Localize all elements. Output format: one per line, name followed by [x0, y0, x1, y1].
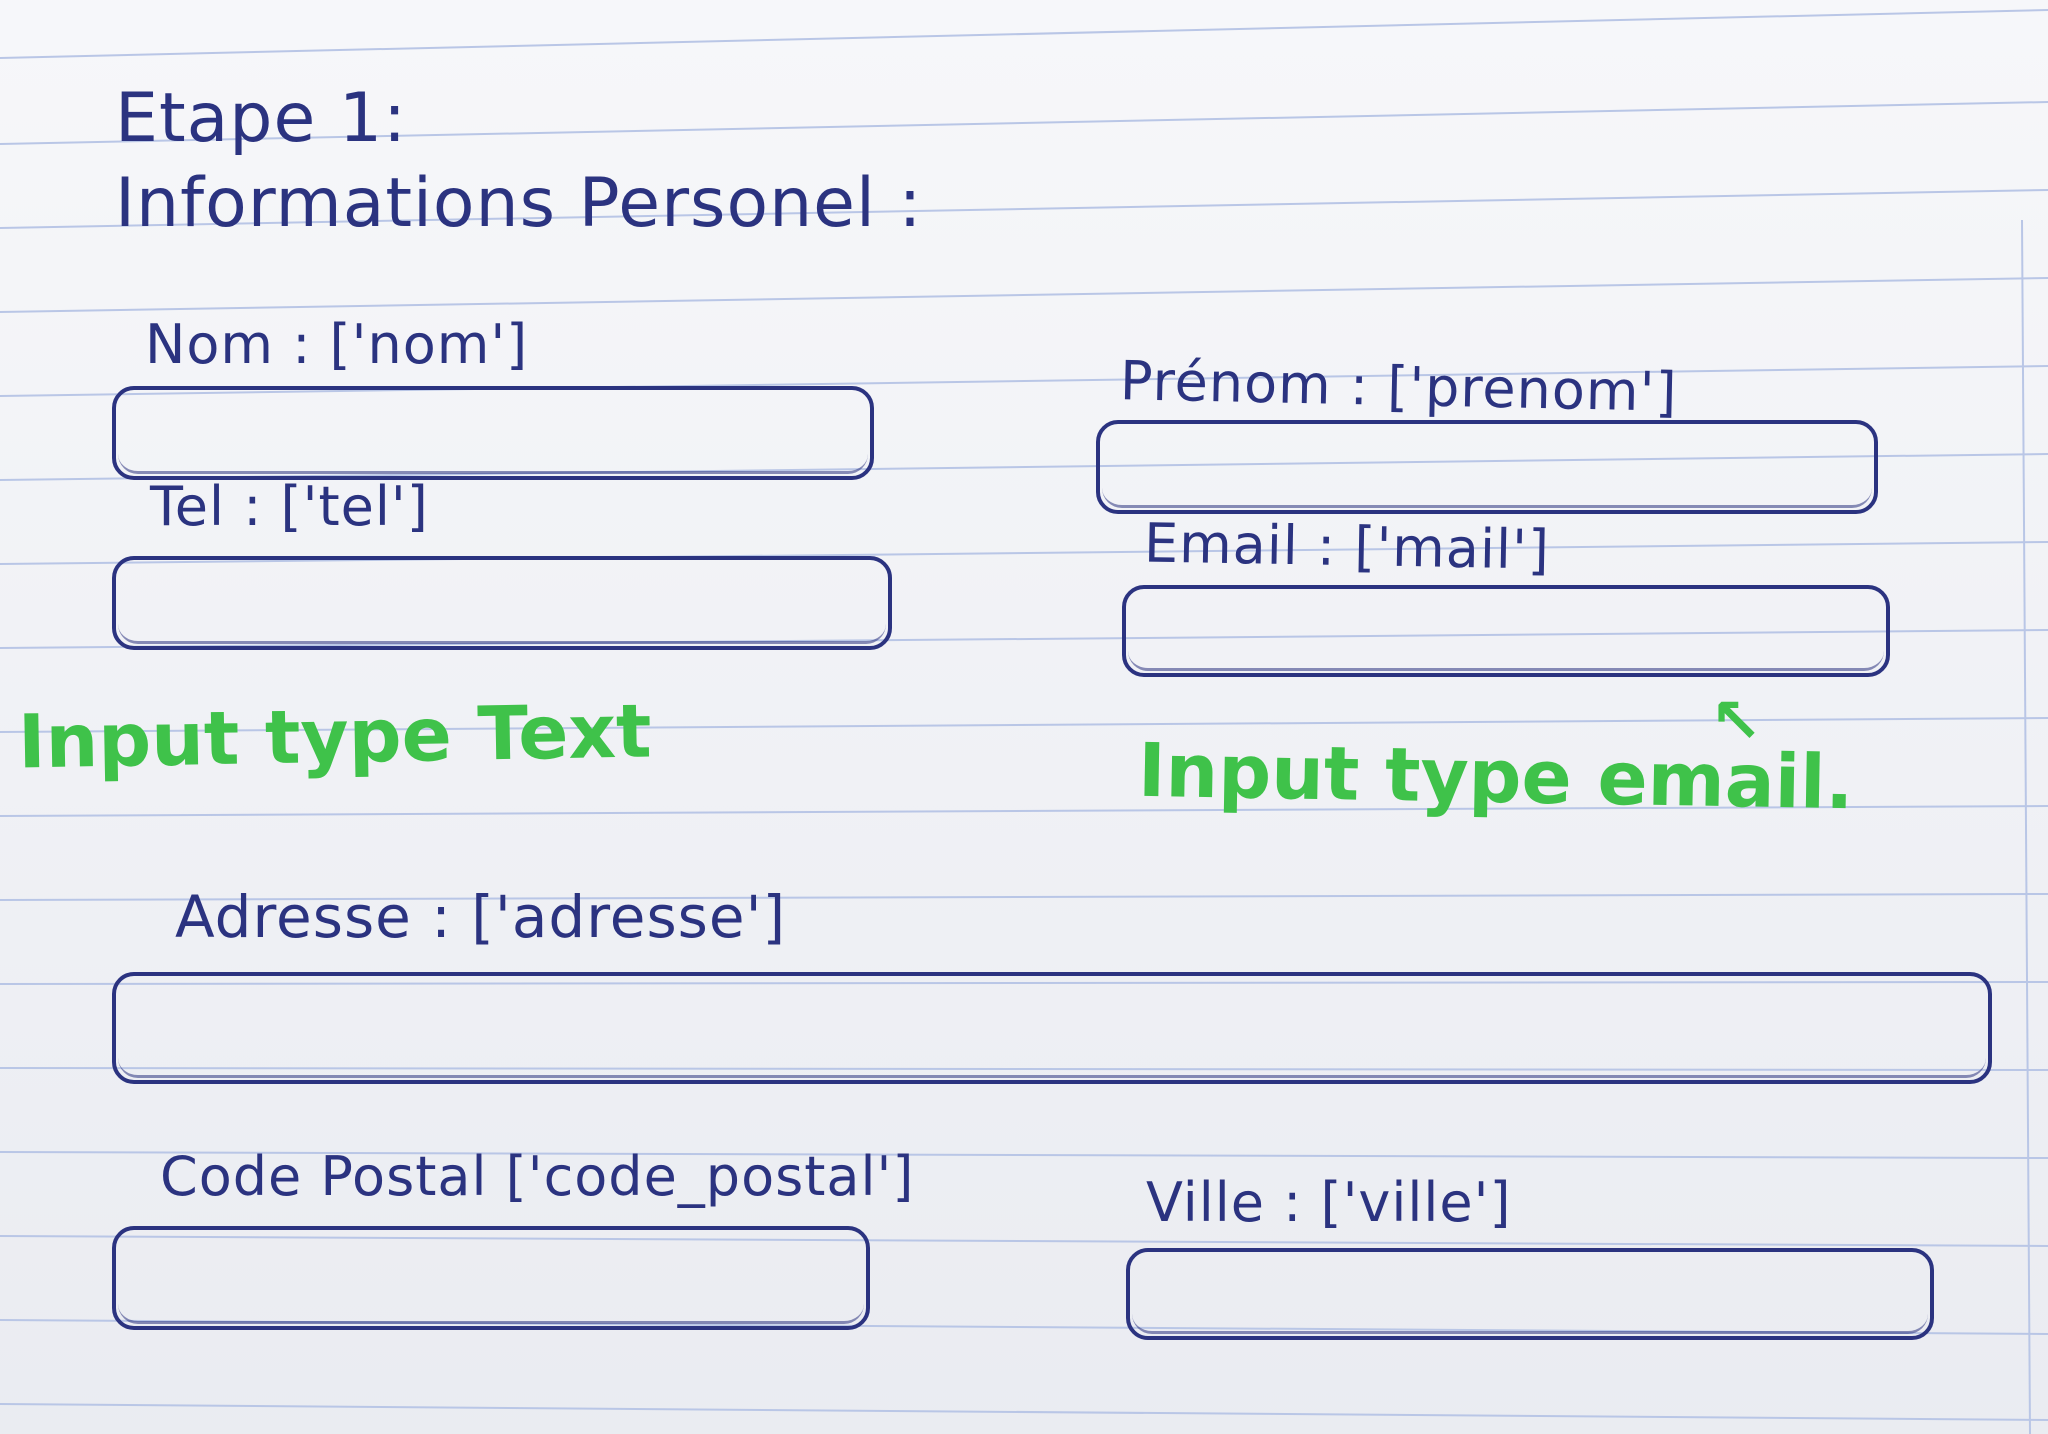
arrow-icon: ↖ [1710, 684, 1762, 757]
nom-input[interactable] [112, 386, 874, 480]
adresse-input[interactable] [112, 972, 1992, 1084]
field-label-prenom: Prénom : ['prenom'] [1119, 349, 1679, 424]
field-label-nom: Nom : ['nom'] [145, 313, 529, 376]
field-label-code-postal: Code Postal ['code_postal'] [160, 1145, 915, 1208]
section-title: Informations Personel : [115, 164, 923, 243]
step-title: Etape 1: [115, 79, 408, 158]
field-label-tel: Tel : ['tel'] [150, 475, 429, 538]
ville-input[interactable] [1126, 1248, 1934, 1340]
code-postal-input[interactable] [112, 1226, 870, 1330]
field-label-ville: Ville : ['ville'] [1146, 1171, 1512, 1234]
tel-input[interactable] [112, 556, 892, 650]
annotation-text-input: Input type Text [17, 688, 653, 786]
field-label-adresse: Adresse : ['adresse'] [175, 883, 787, 951]
prenom-input[interactable] [1096, 420, 1878, 514]
field-label-email: Email : ['mail'] [1143, 511, 1551, 582]
email-input[interactable] [1122, 585, 1890, 677]
